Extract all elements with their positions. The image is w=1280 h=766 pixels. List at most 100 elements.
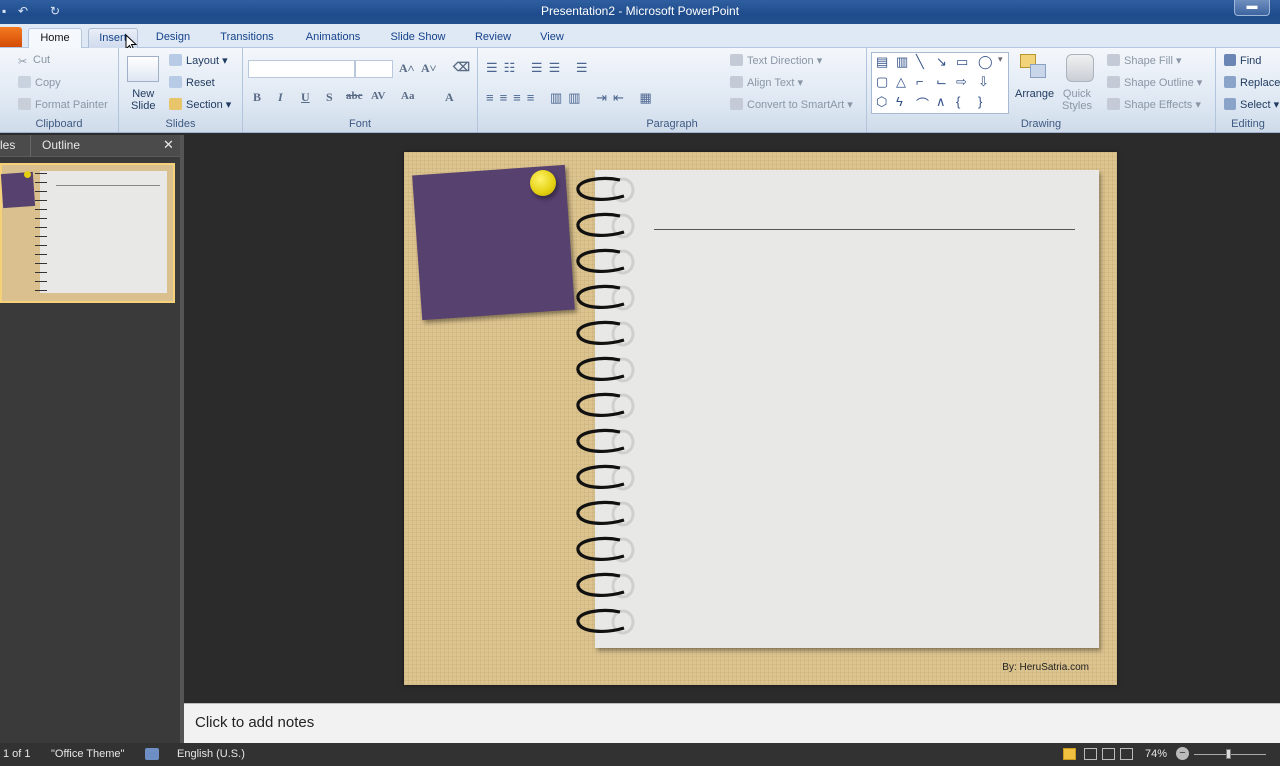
slide-sorter-icon[interactable] [1084,748,1097,760]
vertical-textbox-icon[interactable]: ▥ [896,54,908,70]
format-painter-button[interactable]: Format Painter [18,98,108,111]
title-bar: ▪ ↶ ↻ Presentation2 - Microsoft PowerPoi… [0,0,1280,24]
tab-transitions[interactable]: Transitions [210,28,284,48]
tab-home[interactable]: Home [28,28,82,48]
character-spacing-button[interactable]: AV [371,90,385,102]
find-button[interactable]: Find [1224,54,1261,67]
text-direction-icon [730,54,743,66]
oval-shape-icon[interactable]: ◯ [978,54,993,70]
curve-icon[interactable]: ⌒ [916,94,929,113]
rectangle-shape-icon[interactable]: ▭ [956,54,968,70]
underline-button[interactable]: U [301,90,310,105]
thumbnail-spiral [35,173,47,291]
close-pane-icon[interactable]: ✕ [163,137,174,153]
section-button[interactable]: Section ▾ [169,98,231,111]
font-size-combo[interactable] [355,60,393,78]
shape-outline-button[interactable]: Shape Outline ▾ [1107,76,1202,89]
paintbrush-icon [18,98,31,110]
clear-formatting-icon[interactable]: ⌫ [453,60,470,75]
status-bar: 1 of 1 "Office Theme" English (U.S.) 74%… [0,743,1280,766]
shape-fill-button[interactable]: Shape Fill ▾ [1107,54,1182,67]
notes-pane[interactable]: Click to add notes [184,703,1280,743]
theme-name[interactable]: "Office Theme" [51,748,124,760]
tab-animations[interactable]: Animations [296,28,370,48]
normal-view-icon[interactable] [1063,748,1076,760]
pane-splitter[interactable] [180,135,184,743]
layout-button[interactable]: Layout ▾ [169,54,228,67]
gallery-more-icon[interactable]: ▾ [998,54,1003,65]
shrink-font-icon[interactable]: A˅ [421,61,437,76]
tab-file[interactable] [0,27,22,47]
arrow-line-icon[interactable]: ↘ [936,54,947,70]
freeform-icon[interactable]: ⬡ [876,94,887,110]
copy-button[interactable]: Copy [18,76,61,89]
cut-button[interactable]: ✂ Cut [18,54,50,68]
font-name-combo[interactable] [248,60,355,78]
tab-review[interactable]: Review [466,28,520,48]
shapes-gallery[interactable]: ▤ ▥ ╲ ↘ ▭ ◯ ▢ △ ⌐ ⌙ ⇨ ⇩ ⬡ ϟ ⌒ ∧ { } ▾ [871,52,1009,114]
slide-canvas[interactable]: By: HeruSatria.com [404,152,1117,685]
pane-tabs: les Outline ✕ [0,135,180,157]
shadow-button[interactable]: S [326,90,333,105]
clipboard-group: ✂ Cut Copy Format Painter Clipboard [0,48,119,132]
slides-group-label: Slides [165,118,196,130]
tab-slide-show[interactable]: Slide Show [382,28,454,48]
elbow-connector-icon[interactable]: ⌐ [916,74,924,89]
align-text-button[interactable]: Align Text ▾ [730,76,803,89]
zoom-slider-thumb[interactable] [1226,749,1231,759]
ribbon: ✂ Cut Copy Format Painter Clipboard New S… [0,48,1280,133]
quick-styles-button[interactable]: Quick Styles [1062,88,1092,112]
tab-view[interactable]: View [530,28,574,48]
triangle-shape-icon[interactable]: △ [896,74,906,90]
language[interactable]: English (U.S.) [177,748,245,760]
bold-button[interactable]: B [253,90,261,105]
font-color-button[interactable]: A [445,90,454,105]
pushpin-icon [530,170,556,196]
paragraph-group-label: Paragraph [646,118,698,130]
replace-button[interactable]: Replace [1224,76,1280,89]
zoom-out-icon[interactable]: − [1176,747,1189,760]
new-slide-button[interactable]: New Slide [131,88,155,112]
zoom-level[interactable]: 74% [1145,748,1167,760]
right-arrow-shape-icon[interactable]: ⇨ [956,74,967,90]
reset-button[interactable]: Reset [169,76,215,89]
wave-icon[interactable]: ∧ [936,94,946,110]
replace-icon [1224,76,1236,88]
notes-placeholder: Click to add notes [195,714,315,731]
italic-button[interactable]: I [278,90,283,105]
slide-thumbnail[interactable] [0,163,175,303]
title-line [654,229,1075,230]
alignment-buttons[interactable]: ≡≡≡≡ ▥▥ ⇥⇤ ▦ [486,90,658,106]
tab-design[interactable]: Design [148,28,198,48]
select-button[interactable]: Select ▾ [1224,98,1279,111]
spellcheck-icon[interactable] [145,748,159,760]
line-shape-icon[interactable]: ╲ [916,54,924,70]
elbow-arrow-icon[interactable]: ⌙ [936,74,947,90]
down-arrow-shape-icon[interactable]: ⇩ [978,74,989,90]
change-case-button[interactable]: Aa [401,90,414,102]
list-buttons[interactable]: ☰☷ ☰☰ ☰ [486,60,594,76]
slides-outline-pane: les Outline ✕ [0,135,180,743]
textbox-shape-icon[interactable]: ▤ [876,54,888,70]
strikethrough-button[interactable]: abc [346,90,363,102]
shape-effects-button[interactable]: Shape Effects ▾ [1107,98,1201,111]
copy-icon [18,76,31,88]
pencil-icon [1107,76,1120,88]
text-direction-button[interactable]: Text Direction ▾ [730,54,822,67]
arrange-button[interactable]: Arrange [1015,88,1054,100]
thumbnail-sticky-note [0,171,36,209]
convert-smartart-button[interactable]: Convert to SmartArt ▾ [730,98,853,111]
right-brace-icon[interactable]: } [978,94,982,109]
tab-slides[interactable]: les [0,138,15,152]
font-group: A˄ A˅ ⌫ B I U S abc AV Aa A Font [243,48,478,132]
minimize-button[interactable]: ▬ [1234,0,1270,16]
lightning-icon[interactable]: ϟ [896,94,903,109]
reading-view-icon[interactable] [1102,748,1115,760]
font-group-label: Font [348,118,371,130]
tab-outline[interactable]: Outline [42,138,80,152]
new-slide-icon [127,56,159,82]
left-brace-icon[interactable]: { [956,94,960,109]
rounded-rect-icon[interactable]: ▢ [876,74,888,90]
grow-font-icon[interactable]: A˄ [399,61,415,76]
slide-show-icon[interactable] [1120,748,1133,760]
